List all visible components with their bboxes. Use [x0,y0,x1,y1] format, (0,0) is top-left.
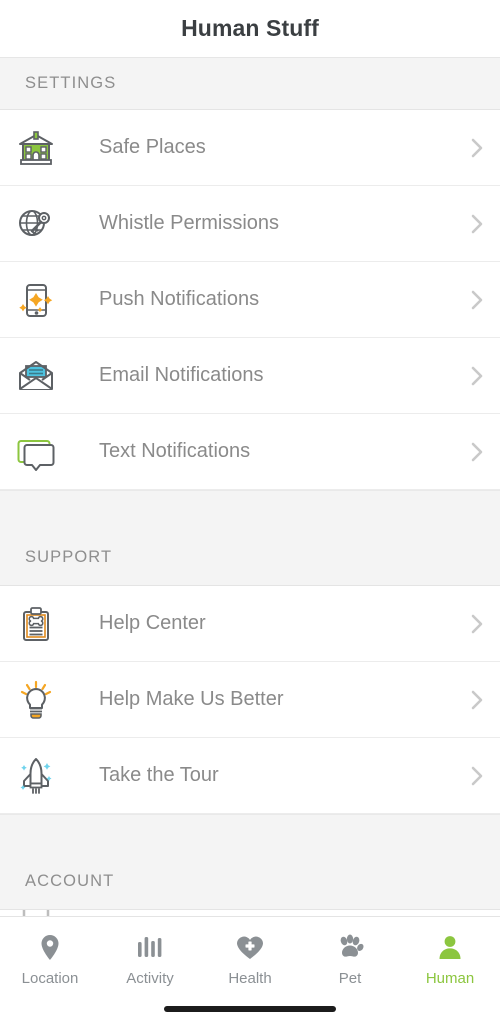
list-item-email-notifications[interactable]: Email Notifications [0,338,500,414]
chevron-right-icon [454,137,500,159]
list-item-whistle-permissions[interactable]: Whistle Permissions [0,186,500,262]
tab-label: Location [21,970,79,987]
section-label: ACCOUNT [25,872,115,890]
section-label: SETTINGS [25,74,117,92]
list-item-label: Safe Places [99,136,206,158]
globe-key-icon [0,202,72,246]
tab-health[interactable]: Health [200,917,300,995]
app-header: Human Stuff [0,0,500,58]
list-item-label: Text Notifications [99,440,251,462]
list-item-text-notifications[interactable]: Text Notifications [0,414,500,490]
map-pin-icon [37,933,63,963]
list-item-label: Help Make Us Better [99,688,284,710]
list-item-label: Help Center [99,612,206,634]
tab-label: Activity [126,970,174,987]
list-item-safe-places[interactable]: Safe Places [0,110,500,186]
tab-human[interactable]: Human [400,917,500,995]
paw-icon [335,933,365,963]
speech-bubble-icon [0,430,72,474]
chevron-right-icon [454,613,500,635]
tab-label: Human [425,970,475,987]
list-item-push-notifications[interactable]: Push Notifications [0,262,500,338]
chevron-right-icon [454,213,500,235]
chevron-right-icon [454,441,500,463]
tab-pet[interactable]: Pet [300,917,400,995]
tab-activity[interactable]: Activity [100,917,200,995]
list-item-label: Email Notifications [99,364,264,386]
app-screen: Human Stuff SETTINGS Safe Places Whistle… [0,0,500,1024]
list-item-label: Push Notifications [99,288,260,310]
bottom-tab-bar: Location Activity Health Pet Human [0,916,500,1024]
list-item-help-center[interactable]: Help Center [0,586,500,662]
list-item-help-make-us-better[interactable]: Help Make Us Better [0,662,500,738]
phone-sparkle-icon [0,278,72,322]
home-indicator [164,1006,336,1012]
section-header-support: SUPPORT [0,490,500,586]
chevron-right-icon [454,289,500,311]
tab-label: Health [228,970,272,987]
safe-places-building-icon [0,126,72,170]
list-item-label: Whistle Permissions [99,212,280,234]
clipboard-bone-icon [0,602,72,646]
section-label: SUPPORT [25,548,113,566]
envelope-icon [0,354,72,398]
section-header-settings: SETTINGS [0,58,500,110]
tab-location[interactable]: Location [0,917,100,995]
section-header-account: ACCOUNT [0,814,500,910]
bar-chart-icon [135,933,165,963]
page-title: Human Stuff [181,15,319,41]
list-item-label: Take the Tour [99,764,219,786]
settings-scroll-area[interactable]: SETTINGS Safe Places Whistle Permissions… [0,58,500,916]
chevron-right-icon [454,689,500,711]
chevron-right-icon [454,765,500,787]
heart-plus-icon [235,933,265,963]
list-item-take-the-tour[interactable]: Take the Tour [0,738,500,814]
person-icon [436,933,464,963]
chevron-right-icon [454,365,500,387]
tab-label: Pet [338,970,362,987]
lightbulb-icon [0,678,72,722]
rocket-icon [0,754,72,798]
